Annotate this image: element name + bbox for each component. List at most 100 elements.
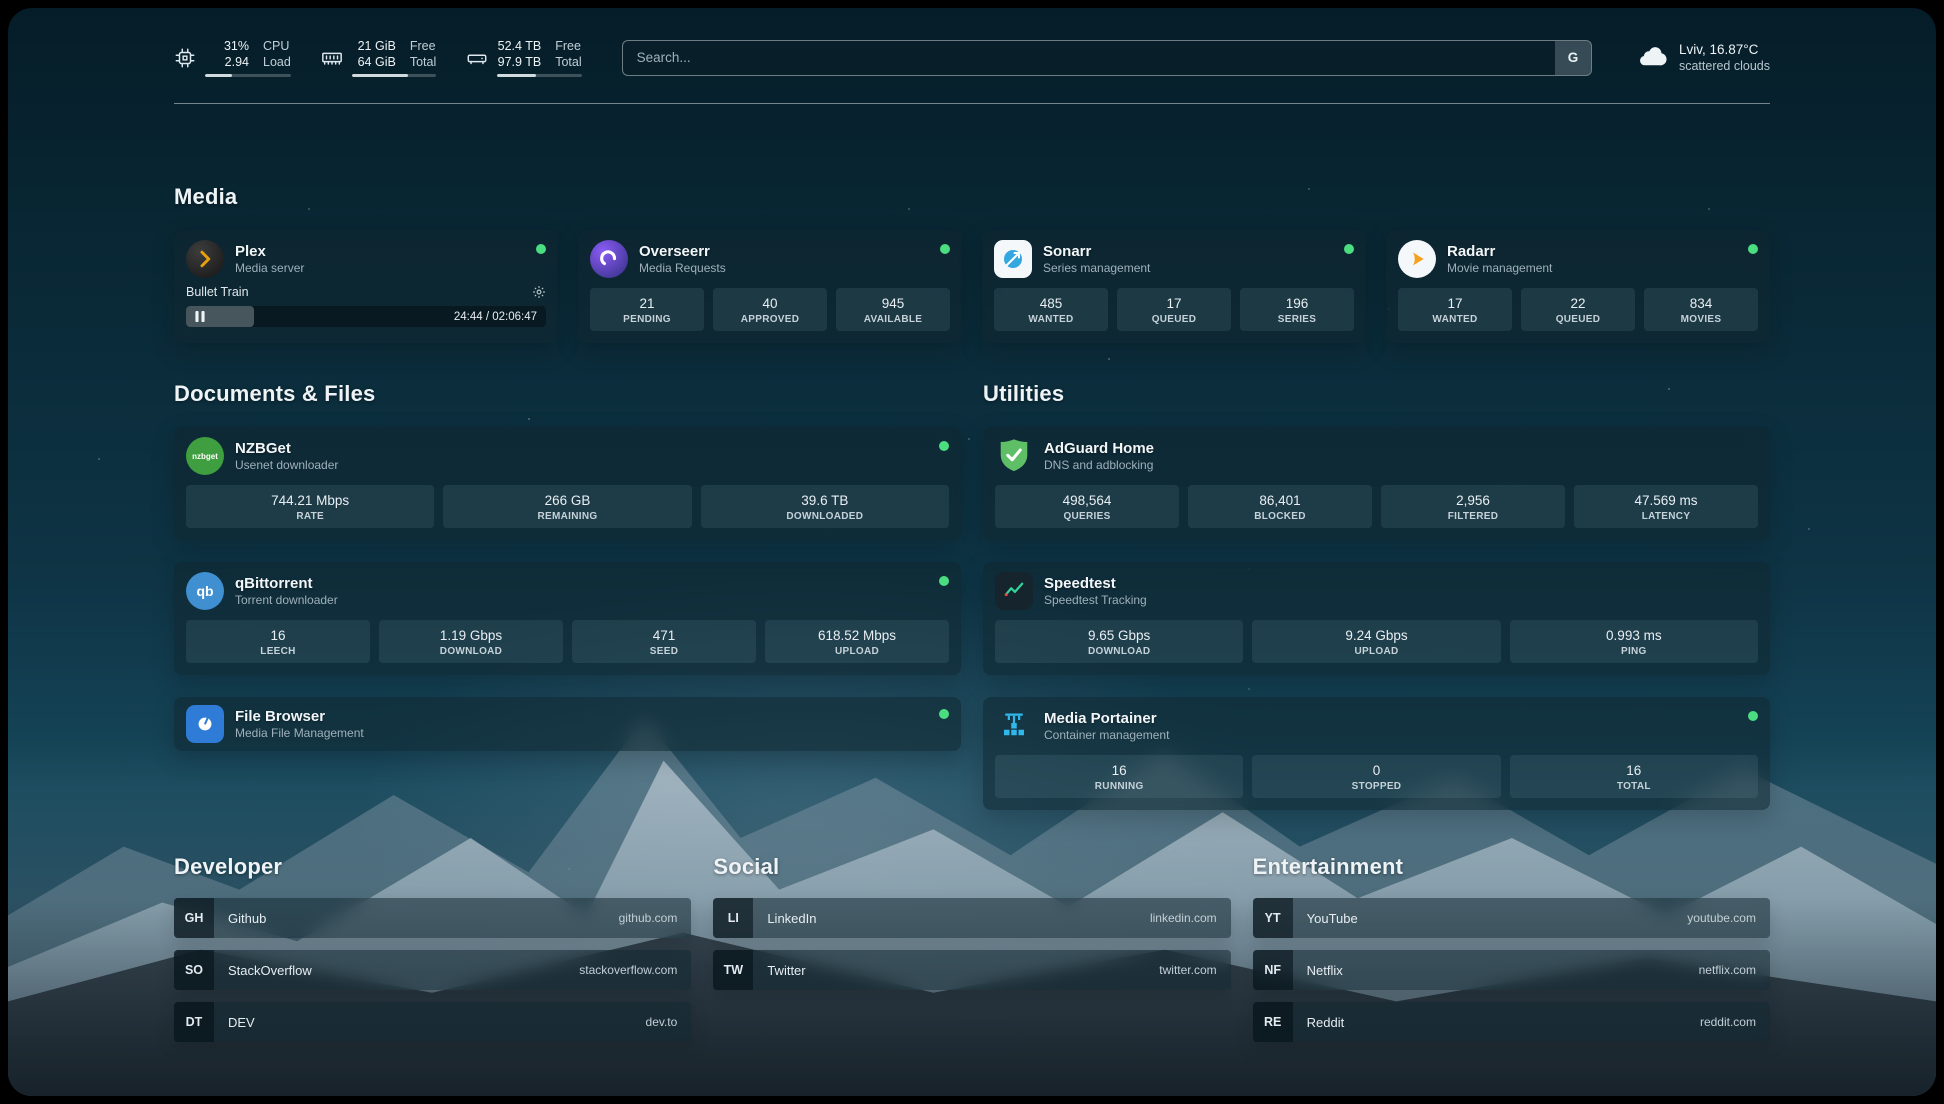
status-dot xyxy=(1748,711,1758,721)
dev-icon: DT xyxy=(174,1002,214,1042)
app-card-filebrowser[interactable]: File Browser Media File Management xyxy=(174,697,961,751)
stat-total: 16 TOTAL xyxy=(1510,755,1758,798)
stat-seed: 471 SEED xyxy=(572,620,756,663)
app-card-adguard[interactable]: AdGuard Home DNS and adblocking 498,564 … xyxy=(983,427,1770,540)
app-card-plex[interactable]: Plex Media server Bullet Train xyxy=(174,230,558,343)
weather-widget: Lviv, 16.87°C scattered clouds xyxy=(1636,41,1770,74)
stat-available: 945 AVAILABLE xyxy=(836,288,950,331)
entertainment-column: Entertainment YT YouTube youtube.com NF … xyxy=(1253,854,1770,1042)
stat-ping: 0.993 ms PING xyxy=(1510,620,1758,663)
app-name: Plex xyxy=(235,242,304,261)
dashboard-screen: 31% 2.94 CPU Load xyxy=(8,8,1936,1096)
stat-blocked: 86,401 BLOCKED xyxy=(1188,485,1372,528)
disk-bar xyxy=(497,74,581,77)
section-title-media: Media xyxy=(174,184,1770,210)
youtube-icon: YT xyxy=(1253,898,1293,938)
app-card-sonarr[interactable]: Sonarr Series management 485 WANTED 17 Q… xyxy=(982,230,1366,343)
cpu-percent: 31% xyxy=(205,38,249,54)
app-card-radarr[interactable]: Radarr Movie management 17 WANTED 22 QUE… xyxy=(1386,230,1770,343)
nzbget-icon: nzbget xyxy=(186,437,224,475)
section-title-utilities: Utilities xyxy=(983,381,1770,407)
linkedin-icon: LI xyxy=(713,898,753,938)
stat-approved: 40 APPROVED xyxy=(713,288,827,331)
memory-free: 21 GiB xyxy=(352,38,396,54)
app-card-qbittorrent[interactable]: qb qBittorrent Torrent downloader 16 xyxy=(174,562,961,675)
status-dot xyxy=(1344,244,1354,254)
github-icon: GH xyxy=(174,898,214,938)
bookmark-reddit[interactable]: RE Reddit reddit.com xyxy=(1253,1002,1770,1042)
bookmark-netflix[interactable]: NF Netflix netflix.com xyxy=(1253,950,1770,990)
stat-filtered: 2,956 FILTERED xyxy=(1381,485,1565,528)
memory-icon xyxy=(321,47,343,69)
adguard-icon xyxy=(995,437,1033,475)
stat-pending: 21 PENDING xyxy=(590,288,704,331)
disk-icon xyxy=(466,47,488,69)
speedtest-icon xyxy=(995,572,1033,610)
overseerr-icon xyxy=(590,240,628,278)
stat-upload: 618.52 Mbps UPLOAD xyxy=(765,620,949,663)
bookmark-github[interactable]: GH Github github.com xyxy=(174,898,691,938)
playback-progress-bar[interactable]: 24:44 / 02:06:47 xyxy=(186,306,546,327)
documents-column: Documents & Files nzbget NZBGet Usenet d… xyxy=(174,381,961,751)
portainer-icon xyxy=(995,707,1033,745)
weather-location: Lviv, 16.87°C xyxy=(1679,41,1770,58)
stat-downloaded: 39.6 TB DOWNLOADED xyxy=(701,485,949,528)
memory-label: Free xyxy=(410,38,436,54)
memory-label2: Total xyxy=(410,54,436,70)
developer-column: Developer GH Github github.com SO StackO… xyxy=(174,854,691,1042)
stackoverflow-icon: SO xyxy=(174,950,214,990)
bookmark-stackoverflow[interactable]: SO StackOverflow stackoverflow.com xyxy=(174,950,691,990)
plex-icon xyxy=(186,240,224,278)
search-engine-button[interactable]: G xyxy=(1555,41,1591,75)
search-input[interactable] xyxy=(622,40,1592,76)
status-dot xyxy=(536,244,546,254)
section-title-entertainment: Entertainment xyxy=(1253,854,1770,880)
stat-upload: 9.24 Gbps UPLOAD xyxy=(1252,620,1500,663)
reddit-icon: RE xyxy=(1253,1002,1293,1042)
twitter-icon: TW xyxy=(713,950,753,990)
stat-remaining: 266 GB REMAINING xyxy=(443,485,691,528)
resource-widgets: 31% 2.94 CPU Load xyxy=(174,38,582,77)
search-bar: G xyxy=(622,40,1592,76)
status-dot xyxy=(939,441,949,451)
pause-icon[interactable] xyxy=(195,311,205,322)
stat-movies: 834 MOVIES xyxy=(1644,288,1758,331)
app-card-speedtest[interactable]: Speedtest Speedtest Tracking 9.65 Gbps D… xyxy=(983,562,1770,675)
cpu-label: CPU xyxy=(263,38,291,54)
media-grid: Plex Media server Bullet Train xyxy=(174,230,1770,343)
netflix-icon: NF xyxy=(1253,950,1293,990)
stat-download: 9.65 Gbps DOWNLOAD xyxy=(995,620,1243,663)
stat-series: 196 SERIES xyxy=(1240,288,1354,331)
stat-leech: 16 LEECH xyxy=(186,620,370,663)
section-title-social: Social xyxy=(713,854,1230,880)
app-card-overseerr[interactable]: Overseerr Media Requests 21 PENDING 40 A… xyxy=(578,230,962,343)
cpu-load: 2.94 xyxy=(205,54,249,70)
gear-icon[interactable] xyxy=(532,285,546,299)
bookmark-twitter[interactable]: TW Twitter twitter.com xyxy=(713,950,1230,990)
bookmark-linkedin[interactable]: LI LinkedIn linkedin.com xyxy=(713,898,1230,938)
header-divider xyxy=(174,103,1770,104)
memory-total: 64 GiB xyxy=(352,54,396,70)
now-playing-title: Bullet Train xyxy=(186,285,249,299)
memory-bar xyxy=(352,74,436,77)
stat-queued: 22 QUEUED xyxy=(1521,288,1635,331)
stat-latency: 47.569 ms LATENCY xyxy=(1574,485,1758,528)
section-title-developer: Developer xyxy=(174,854,691,880)
status-dot xyxy=(940,244,950,254)
app-card-portainer[interactable]: Media Portainer Container management 16 … xyxy=(983,697,1770,810)
utilities-column: Utilities AdGuard Home DNS and adblockin… xyxy=(983,381,1770,810)
social-column: Social LI LinkedIn linkedin.com TW Twitt… xyxy=(713,854,1230,990)
disk-label: Free xyxy=(555,38,581,54)
stat-queries: 498,564 QUERIES xyxy=(995,485,1179,528)
stat-queued: 17 QUEUED xyxy=(1117,288,1231,331)
cpu-widget: 31% 2.94 CPU Load xyxy=(174,38,291,77)
stat-running: 16 RUNNING xyxy=(995,755,1243,798)
bookmark-youtube[interactable]: YT YouTube youtube.com xyxy=(1253,898,1770,938)
bookmark-dev[interactable]: DT DEV dev.to xyxy=(174,1002,691,1042)
stat-stopped: 0 STOPPED xyxy=(1252,755,1500,798)
stat-rate: 744.21 Mbps RATE xyxy=(186,485,434,528)
playback-time: 24:44 / 02:06:47 xyxy=(454,311,537,323)
app-subtitle: Media server xyxy=(235,261,304,276)
app-card-nzbget[interactable]: nzbget NZBGet Usenet downloader 744.21 M… xyxy=(174,427,961,540)
section-title-documents: Documents & Files xyxy=(174,381,961,407)
